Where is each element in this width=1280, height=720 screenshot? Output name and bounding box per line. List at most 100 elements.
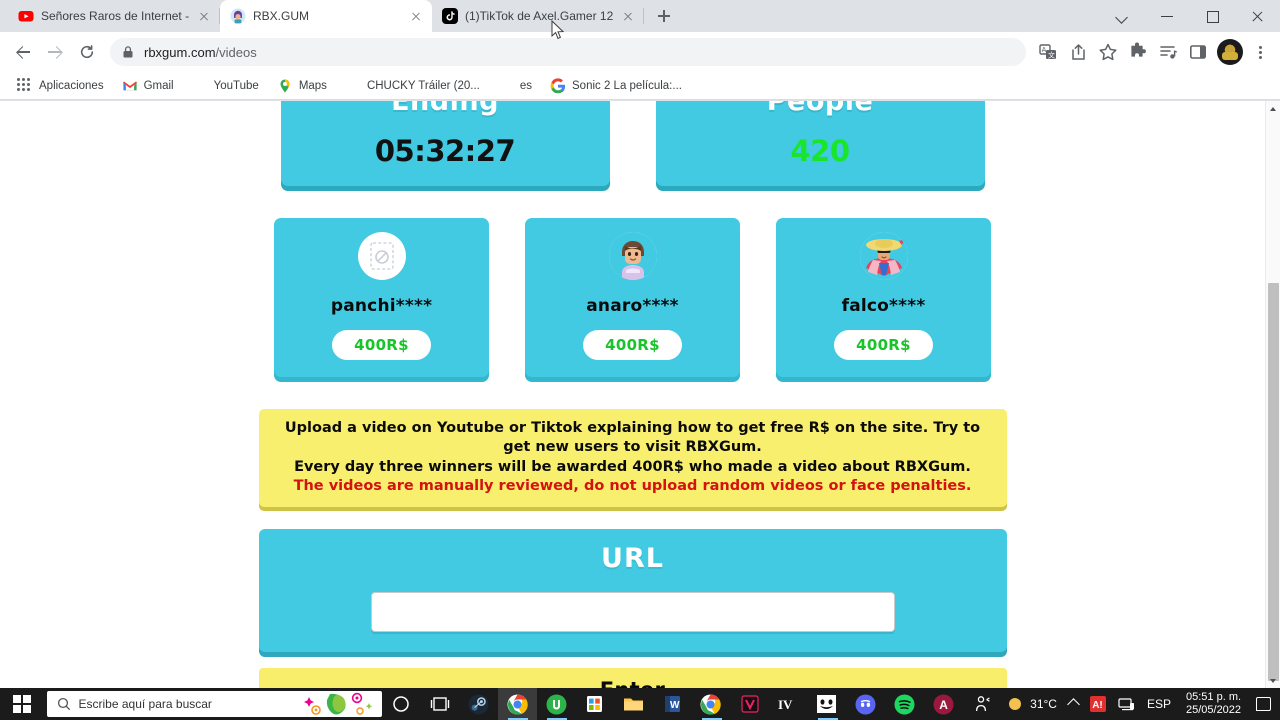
winner-reward: 400R$: [834, 330, 933, 360]
bookmark-label: Aplicaciones: [39, 79, 104, 92]
url-host: rbxgum.com: [144, 44, 216, 60]
maximize-button[interactable]: [1190, 0, 1235, 32]
tab-search-chevron-down-icon[interactable]: [1100, 0, 1145, 32]
youtube-icon: [18, 8, 34, 24]
bookmark-label: Sonic 2 La película:...: [572, 79, 682, 92]
windows-logo-icon: [13, 695, 32, 713]
enter-button[interactable]: Enter: [258, 668, 1007, 688]
winner-card[interactable]: panchi**** 400R$: [274, 218, 489, 377]
discord-icon[interactable]: [846, 688, 885, 720]
page-scrollbar[interactable]: [1265, 101, 1280, 688]
mouse-cursor: [551, 20, 565, 40]
white-face-icon[interactable]: [808, 688, 847, 720]
bookmark-item-gmail[interactable]: Gmail: [115, 75, 181, 97]
minimize-button[interactable]: [1145, 0, 1190, 32]
clock-time: 05:51 p. m.: [1186, 691, 1242, 703]
new-tab-button[interactable]: [650, 2, 678, 30]
bookmark-item-chucky[interactable]: CHUCKY Tráiler (20...: [338, 75, 487, 97]
file-explorer-icon[interactable]: [614, 688, 653, 720]
translate-icon[interactable]: A文: [1034, 38, 1062, 66]
taskbar-clock[interactable]: 05:51 p. m. 25/05/2022: [1178, 691, 1249, 717]
tray-alert-icon[interactable]: A!: [1085, 688, 1111, 720]
winner-name: falco****: [841, 296, 926, 316]
instructions-banner: Upload a video on Youtube or Tiktok expl…: [258, 409, 1007, 508]
vegas-icon[interactable]: [730, 688, 769, 720]
bookmark-star-icon[interactable]: [1094, 38, 1122, 66]
bookmarks-bar: Aplicaciones Gmail YouTube Maps CHUCKY T…: [0, 72, 1280, 100]
countdown-timer: 05:32:27: [374, 134, 516, 168]
tab-title: Señores Raros de Internet - YouT: [41, 9, 189, 23]
bookmark-item-sonic2[interactable]: Sonic 2 La película:...: [543, 75, 689, 97]
url-label: URL: [601, 543, 664, 575]
winner-card[interactable]: falco**** 400R$: [776, 218, 991, 377]
page-viewport: Ending 05:32:27 People 420 panchi**** 40…: [0, 101, 1280, 688]
scroll-down-arrow-icon[interactable]: [1266, 673, 1280, 688]
bookmark-item-youtube[interactable]: YouTube: [185, 75, 266, 97]
svg-text:文: 文: [1048, 51, 1055, 60]
chevron-up-icon: [1067, 697, 1080, 711]
svg-text:W: W: [670, 700, 680, 711]
close-icon[interactable]: [620, 8, 636, 24]
close-window-button[interactable]: [1235, 0, 1280, 32]
bookmark-item-es[interactable]: es: [491, 75, 539, 97]
winner-card[interactable]: anaro**** 400R$: [525, 218, 740, 377]
taskbar-search[interactable]: Escribe aquí para buscar: [46, 691, 382, 717]
stat-title: People: [766, 101, 874, 117]
bookmark-label: YouTube: [213, 79, 259, 92]
tiktok-icon: [442, 8, 458, 24]
people-icon[interactable]: [962, 688, 1001, 720]
start-button[interactable]: [0, 688, 45, 720]
a-app-icon[interactable]: A: [924, 688, 963, 720]
roman-numeral-icon[interactable]: IV: [769, 688, 808, 720]
extensions-puzzle-icon[interactable]: [1124, 38, 1152, 66]
weather-widget[interactable]: 31°C: [1001, 688, 1062, 720]
winner-reward: 400R$: [332, 330, 431, 360]
bookmark-item-aplicaciones[interactable]: Aplicaciones: [10, 75, 111, 97]
tab-strip: Señores Raros de Internet - YouT RBX.GUM…: [0, 0, 1280, 32]
chrome-icon[interactable]: [498, 688, 537, 720]
notification-center-button[interactable]: [1251, 688, 1276, 720]
spotify-icon[interactable]: [885, 688, 924, 720]
google-g-icon: [550, 77, 566, 94]
scrollbar-thumb[interactable]: [1268, 283, 1279, 681]
microsoft-store-icon[interactable]: [575, 688, 614, 720]
chrome-menu-icon[interactable]: [1248, 38, 1272, 66]
side-panel-icon[interactable]: [1184, 38, 1212, 66]
task-view-icon[interactable]: [421, 688, 460, 720]
sun-icon: [1009, 698, 1022, 710]
profile-avatar[interactable]: [1217, 39, 1243, 65]
reading-list-icon[interactable]: [1154, 38, 1182, 66]
address-bar[interactable]: rbxgum.com/videos: [110, 38, 1026, 66]
utorrent-icon[interactable]: [537, 688, 576, 720]
chrome-icon[interactable]: [692, 688, 731, 720]
cortana-circle-icon[interactable]: [382, 688, 421, 720]
search-icon: [57, 697, 71, 711]
show-hidden-icons-button[interactable]: [1064, 688, 1083, 720]
close-icon[interactable]: [408, 8, 424, 24]
people-count: 420: [790, 134, 850, 168]
word-icon[interactable]: W: [653, 688, 692, 720]
bookmark-label: Maps: [298, 79, 327, 92]
system-tray: 31°C A! ESP 05:51 p. m. 25/05/2022: [1001, 688, 1280, 720]
language-indicator[interactable]: ESP: [1142, 688, 1176, 720]
browser-tab-2[interactable]: RBX.GUM: [220, 0, 432, 32]
forward-button[interactable]: [40, 37, 70, 67]
network-icon[interactable]: [1113, 688, 1140, 720]
steam-icon[interactable]: [459, 688, 498, 720]
notice-line-2: Every day three winners will be awarded …: [294, 458, 971, 475]
share-icon[interactable]: [1064, 38, 1092, 66]
browser-tab-1[interactable]: Señores Raros de Internet - YouT: [8, 0, 220, 32]
apps-grid-icon: [17, 77, 33, 94]
url-input[interactable]: [370, 592, 895, 633]
stat-title: Ending: [391, 101, 499, 117]
bookmark-item-maps[interactable]: Maps: [270, 75, 334, 97]
back-button[interactable]: [8, 37, 38, 67]
close-icon[interactable]: [196, 8, 212, 24]
browser-tab-3[interactable]: (1)TikTok de Axel.Gamer 12 (@ax: [432, 0, 644, 32]
roblox-avatar-icon: [230, 8, 246, 24]
reload-button[interactable]: [72, 37, 102, 67]
scroll-up-arrow-icon[interactable]: [1266, 101, 1280, 116]
gmail-icon: [122, 78, 138, 94]
weather-temperature: 31°C: [1030, 697, 1057, 711]
tab-title: (1)TikTok de Axel.Gamer 12 (@ax: [465, 9, 613, 23]
